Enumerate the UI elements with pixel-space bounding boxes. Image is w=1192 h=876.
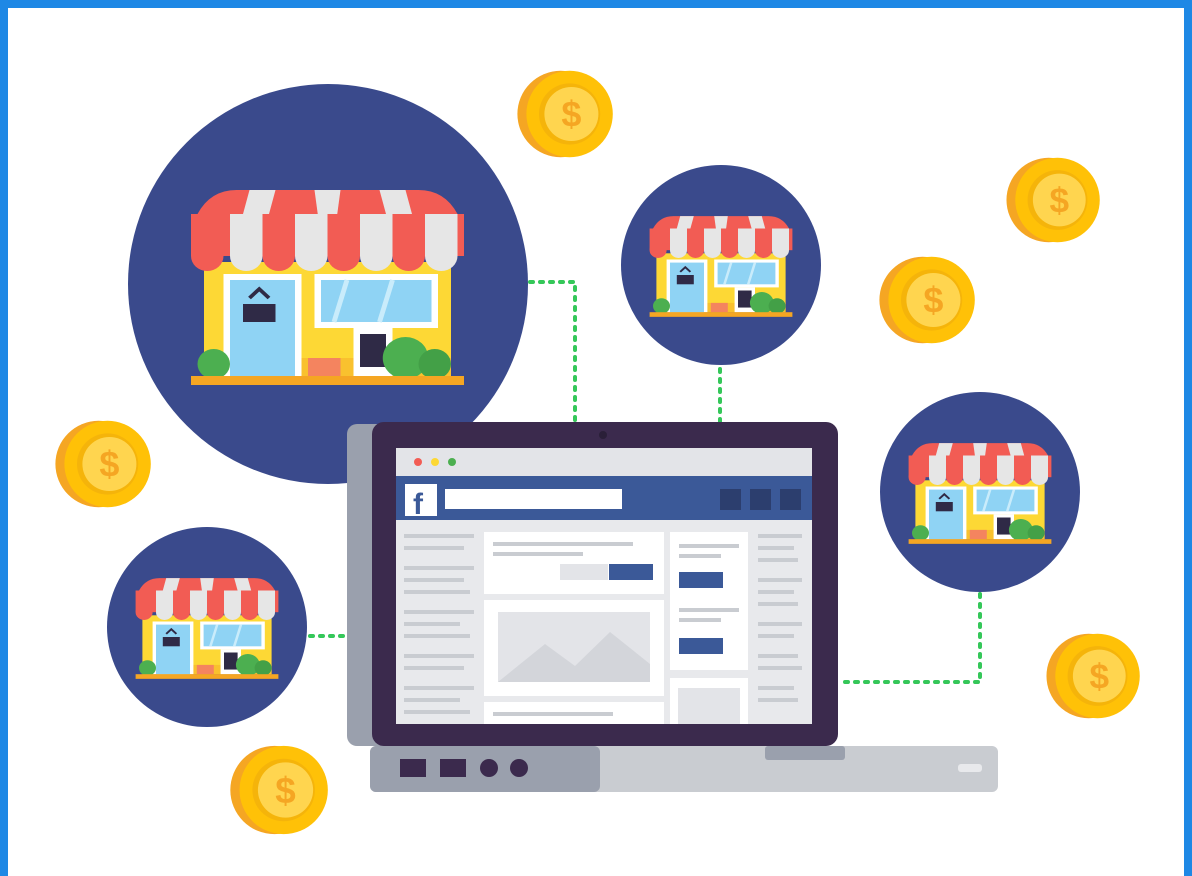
store-icon xyxy=(191,190,464,385)
coin-symbol: $ xyxy=(275,770,295,811)
coin-icon: $ xyxy=(230,745,328,835)
coin-symbol: $ xyxy=(1049,181,1069,220)
store-top-middle xyxy=(621,165,821,365)
coin-icon: $ xyxy=(517,70,613,158)
store-left xyxy=(107,527,307,727)
store-icon xyxy=(648,214,794,319)
search-bar xyxy=(445,489,622,509)
coin-icon: $ xyxy=(1006,157,1100,243)
connector-line xyxy=(843,590,982,684)
connector-line xyxy=(528,280,577,426)
store-icon xyxy=(134,576,280,681)
coin-symbol: $ xyxy=(923,280,943,321)
store-right xyxy=(880,392,1080,592)
coin-icon: $ xyxy=(879,256,975,344)
store-icon xyxy=(907,441,1053,546)
coin-symbol: $ xyxy=(1089,657,1109,696)
illustration-frame: f $ $ $ $ $ $ xyxy=(0,0,1192,876)
coin-symbol: $ xyxy=(99,444,119,485)
coin-icon: $ xyxy=(55,420,151,508)
illustration-canvas: f $ $ $ $ $ $ xyxy=(55,70,1140,835)
coin-symbol: $ xyxy=(561,94,581,135)
coin-icon: $ xyxy=(1046,633,1140,719)
facebook-logo-letter: f xyxy=(413,488,424,521)
